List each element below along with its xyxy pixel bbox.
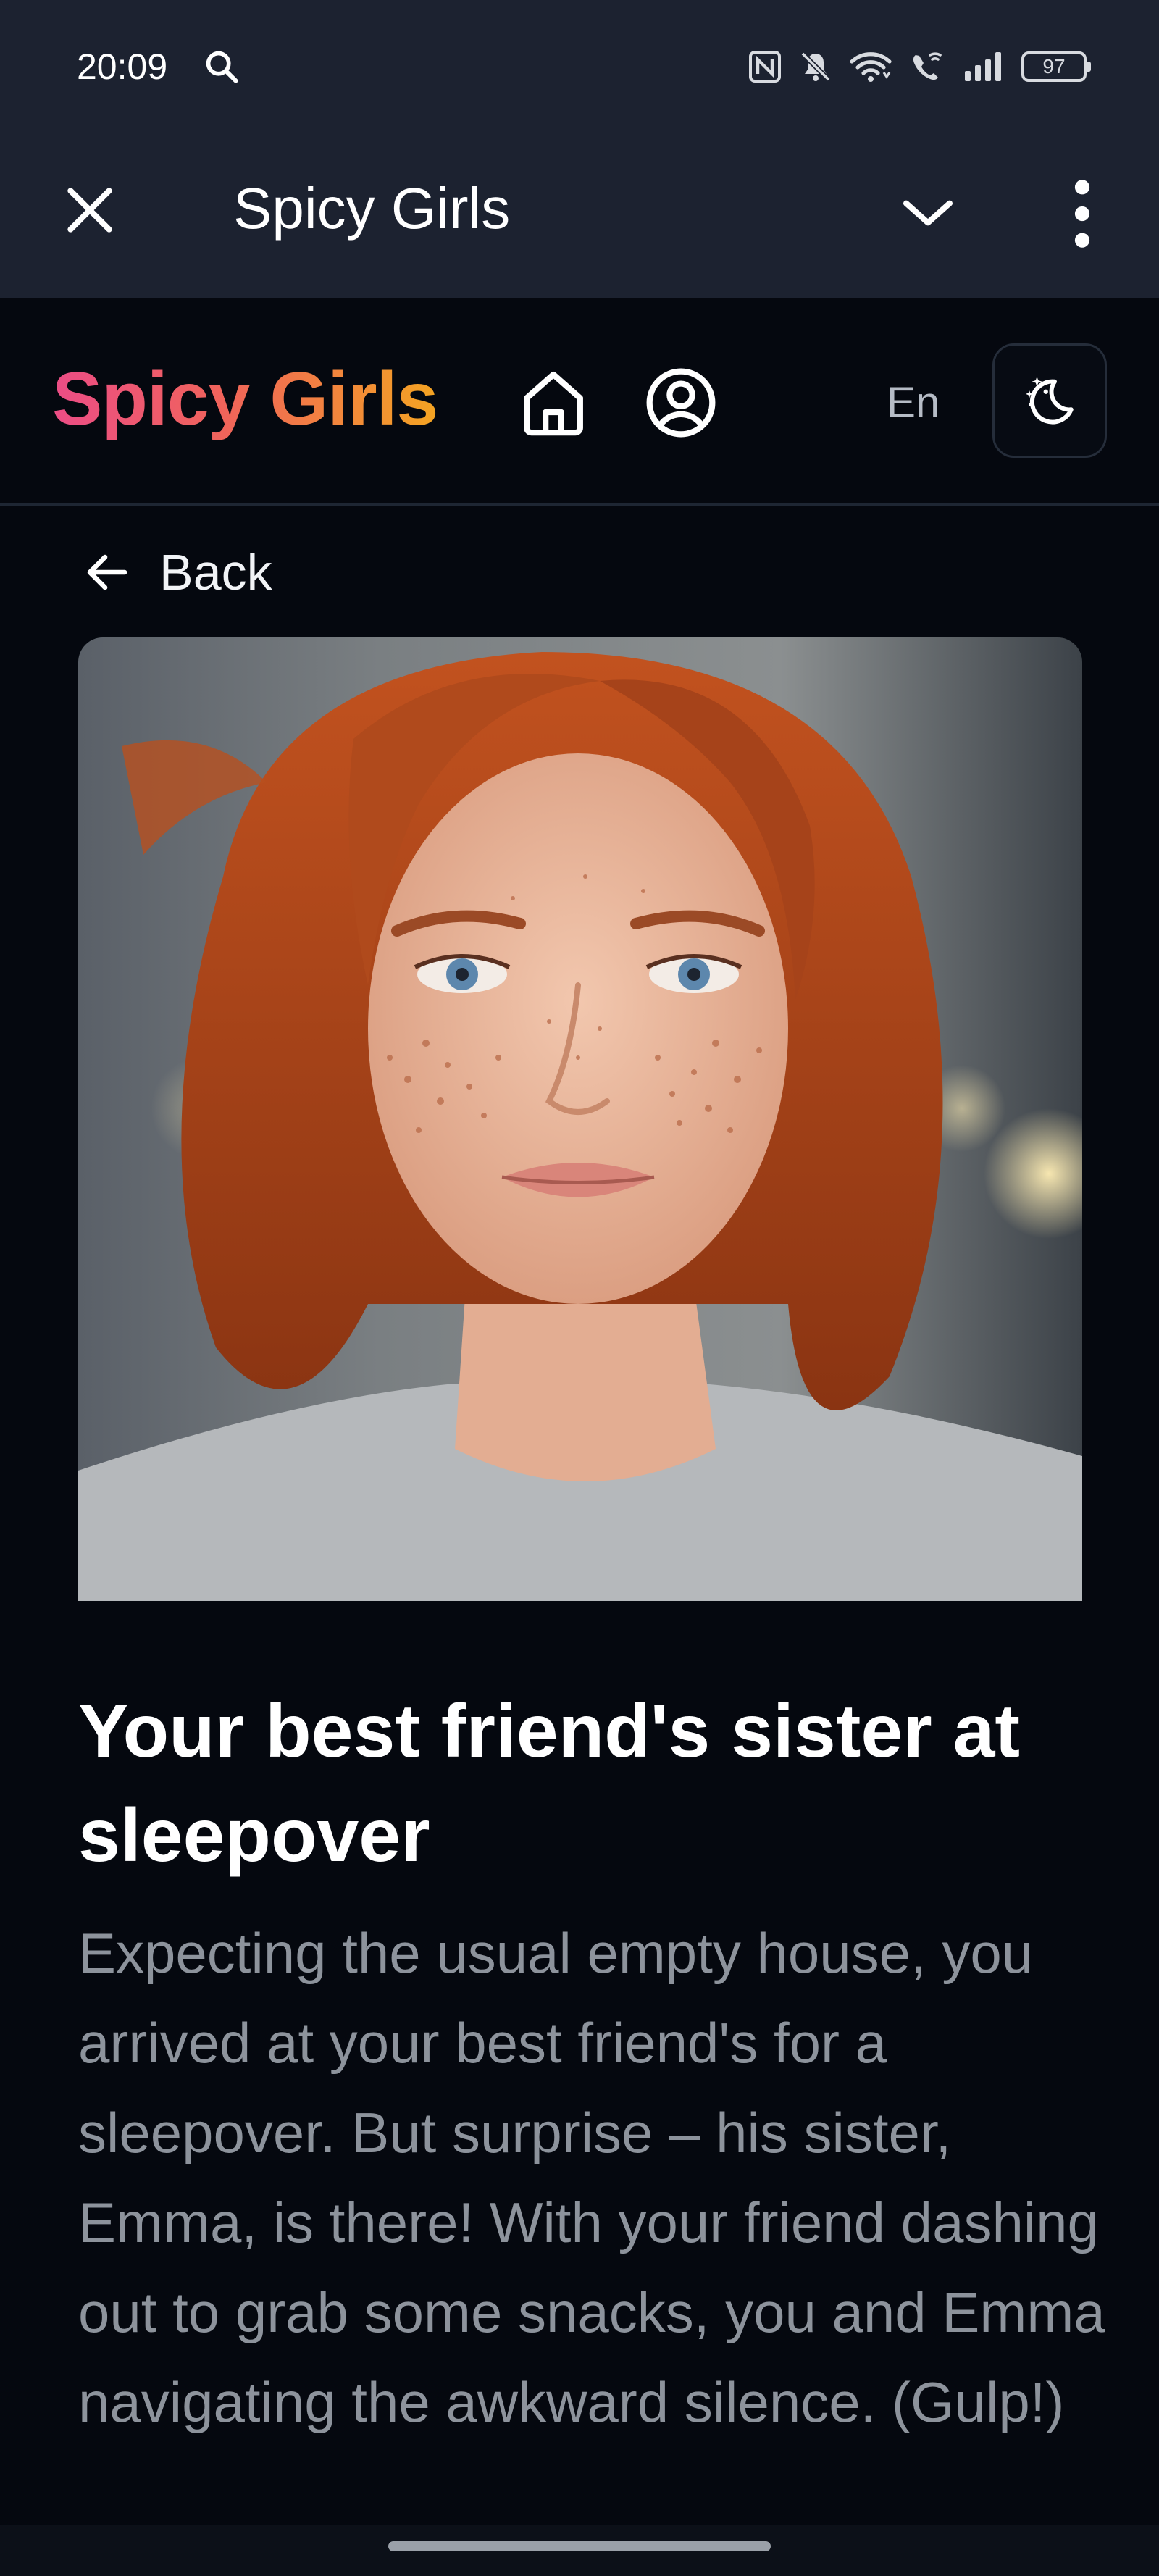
browser-title: Spicy Girls: [233, 176, 511, 241]
browser-toolbar: Spicy Girls: [0, 130, 1159, 298]
status-icons: 97: [748, 45, 1091, 88]
more-vert-icon[interactable]: [1060, 174, 1104, 254]
status-time: 20:09: [77, 46, 168, 87]
battery-icon: 97: [1021, 51, 1091, 82]
chevron-down-icon[interactable]: [895, 184, 961, 242]
search-icon: [206, 51, 238, 83]
wifi-calling-icon: [913, 52, 942, 80]
nfc-icon: [749, 51, 781, 83]
moon-stars-icon: [1026, 376, 1074, 425]
battery-level: 97: [1042, 55, 1066, 78]
close-icon[interactable]: [61, 181, 119, 239]
character-portrait: [78, 637, 1082, 1601]
gesture-handle[interactable]: [388, 2541, 771, 2551]
user-icon[interactable]: [643, 365, 719, 440]
story-title: Your best friend's sister at sleepover: [78, 1689, 1021, 1878]
site-logo[interactable]: Spicy Girls: [52, 352, 438, 446]
back-label: Back: [159, 544, 272, 601]
status-bar: 20:09 97: [0, 0, 1159, 130]
signal-icon: [965, 52, 1001, 81]
language-selector[interactable]: En: [887, 371, 940, 435]
home-icon[interactable]: [516, 365, 591, 440]
arrow-left-icon: [87, 554, 127, 590]
mute-icon: [800, 51, 831, 82]
wifi-icon: [850, 52, 892, 82]
navigation-bar: [0, 2525, 1159, 2576]
theme-toggle-button[interactable]: [992, 343, 1107, 458]
back-link[interactable]: Back: [81, 536, 272, 609]
story-description: Expecting the usual empty house, you arr…: [78, 1921, 1105, 2434]
site-header: Spicy Girls En: [0, 298, 1159, 506]
